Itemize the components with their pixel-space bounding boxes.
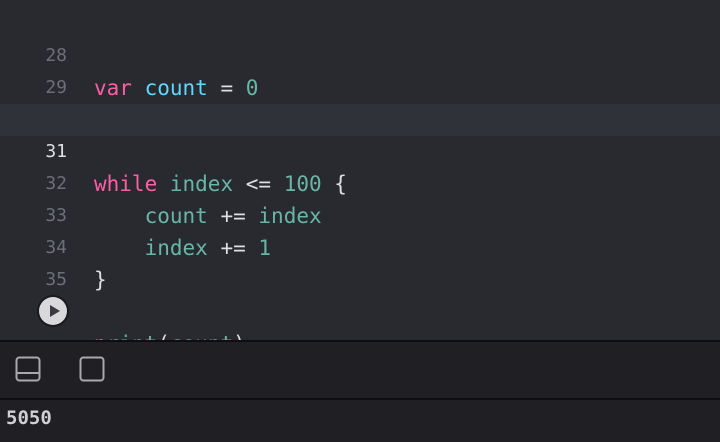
paren-token: (: [157, 332, 170, 340]
code-line-31[interactable]: 31 while index <= 100 {: [0, 104, 720, 196]
play-icon: [50, 305, 60, 317]
debug-toolbar: [0, 342, 720, 398]
console-output: 5050: [6, 407, 52, 429]
identifier-token: count: [170, 332, 233, 340]
code-line-32[interactable]: 32 count += index: [0, 136, 720, 228]
code-line-33[interactable]: 33 index += 1: [0, 168, 720, 260]
show-variables-view-icon[interactable]: [79, 356, 105, 382]
code-line-29[interactable]: 29 var index = 0: [0, 40, 720, 132]
hide-debug-area-icon[interactable]: [15, 356, 41, 382]
function-token: print: [94, 332, 157, 340]
code-line-28[interactable]: 28 var count = 0: [0, 8, 720, 100]
code-line-34[interactable]: 34 }: [0, 200, 720, 292]
code-text[interactable]: print(count): [94, 328, 246, 340]
code-editor[interactable]: 28 var count = 0 29 var index = 0 30 31 …: [0, 0, 720, 340]
code-line-35[interactable]: 35: [0, 232, 720, 290]
console-area[interactable]: 5050: [0, 400, 720, 442]
run-button[interactable]: [39, 297, 67, 325]
code-line-36[interactable]: 36 print(count): [0, 264, 720, 340]
paren-token: ): [233, 332, 246, 340]
code-line-30[interactable]: 30: [0, 72, 720, 130]
